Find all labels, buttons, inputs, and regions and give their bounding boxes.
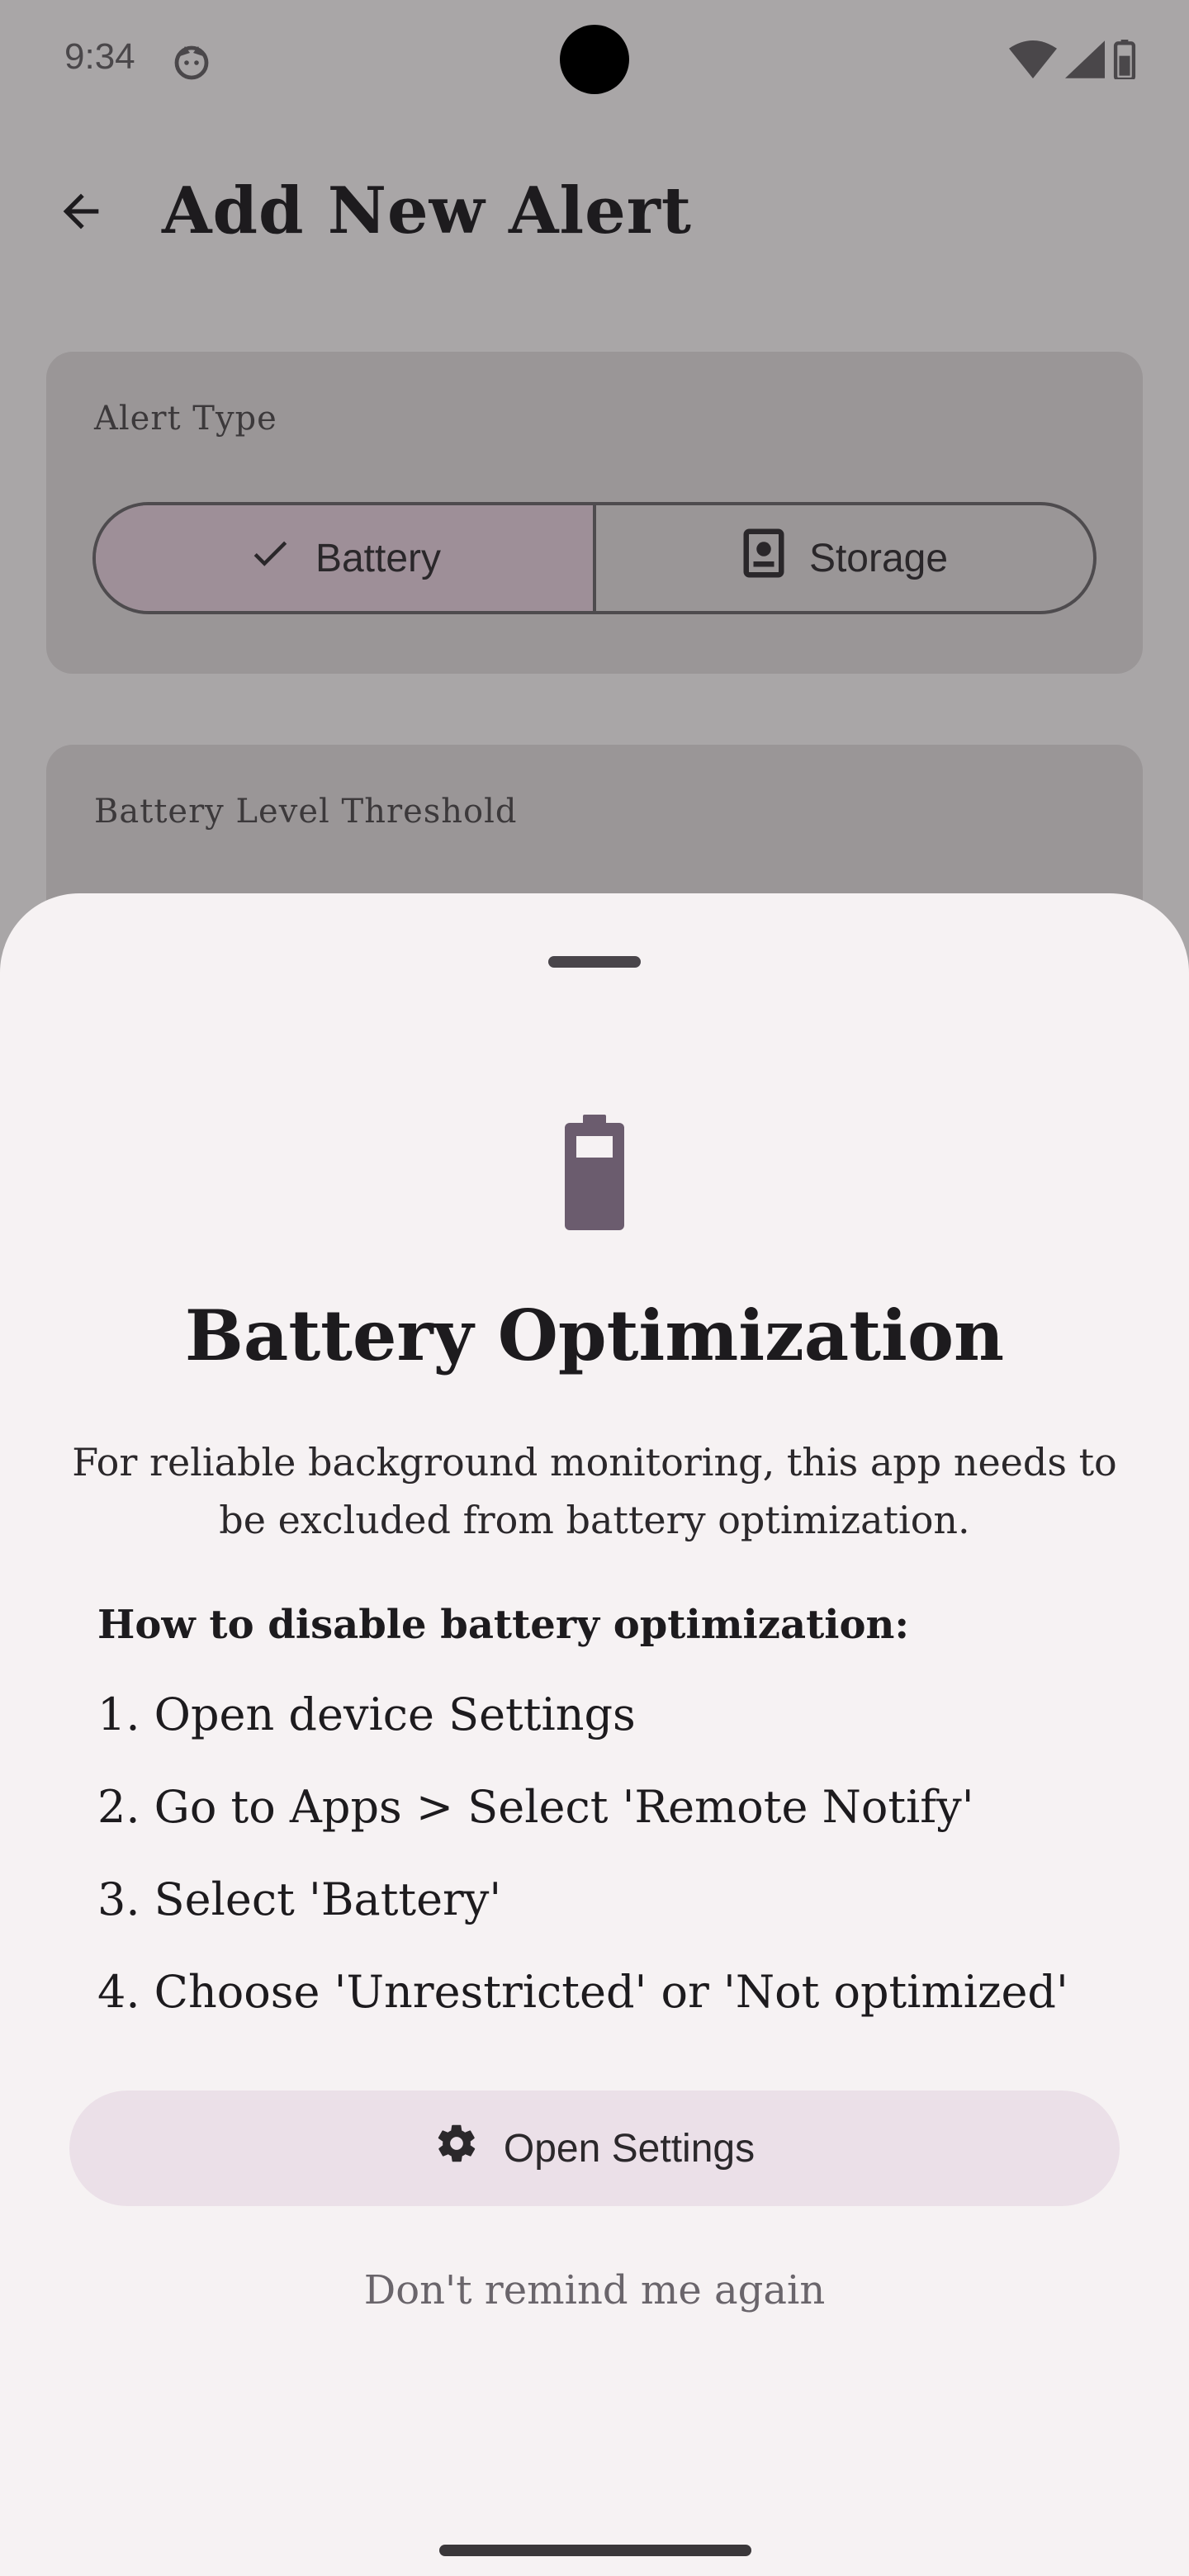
page-title: Add New Alert [162,173,692,249]
app-notification-icon [172,41,211,81]
back-arrow-icon [54,185,107,241]
gear-icon [434,2121,479,2176]
status-time: 9:34 [64,36,135,77]
alert-type-battery-option[interactable]: Battery [96,505,596,611]
battery-optimization-sheet: Battery Optimization For reliable backgr… [0,893,1189,2576]
check-icon [248,531,292,585]
list-item: 4. Choose 'Unrestricted' or 'Not optimiz… [97,1966,1068,2018]
threshold-label: Battery Level Threshold [94,793,518,831]
dont-remind-button[interactable]: Don't remind me again [0,2267,1189,2313]
alert-type-storage-option[interactable]: Storage [596,505,1093,611]
storage-icon [741,528,786,588]
back-button[interactable] [50,182,112,244]
battery-icon [565,1115,624,1230]
open-settings-button[interactable]: Open Settings [69,2091,1120,2206]
alert-type-selector: Battery Storage [92,502,1097,614]
steps-list: 1. Open device Settings 2. Go to Apps > … [97,1686,1068,2056]
top-app-bar: Add New Alert [0,149,1189,272]
howto-heading: How to disable battery optimization: [97,1602,910,1648]
alert-type-label: Alert Type [94,400,277,438]
gesture-navigation-bar[interactable] [439,2545,751,2556]
list-item: 2. Go to Apps > Select 'Remote Notify' [97,1781,974,1833]
list-item: 1. Open device Settings [97,1688,636,1740]
status-bar: 9:34 [0,0,1189,124]
sheet-description: For reliable background monitoring, this… [72,1440,1117,1542]
drag-handle[interactable] [548,956,641,968]
camera-cutout [560,25,629,94]
signal-icon [1065,40,1105,82]
list-item: 3. Select 'Battery' [97,1873,502,1925]
status-icons [1009,40,1136,83]
alert-type-card: Alert Type Battery Storage [46,352,1143,674]
sheet-title: Battery Optimization [184,1295,1005,1376]
open-settings-label: Open Settings [503,2126,756,2171]
wifi-icon [1009,40,1057,82]
storage-option-label: Storage [808,536,949,580]
battery-status-icon [1113,40,1136,83]
battery-option-label: Battery [315,536,442,580]
